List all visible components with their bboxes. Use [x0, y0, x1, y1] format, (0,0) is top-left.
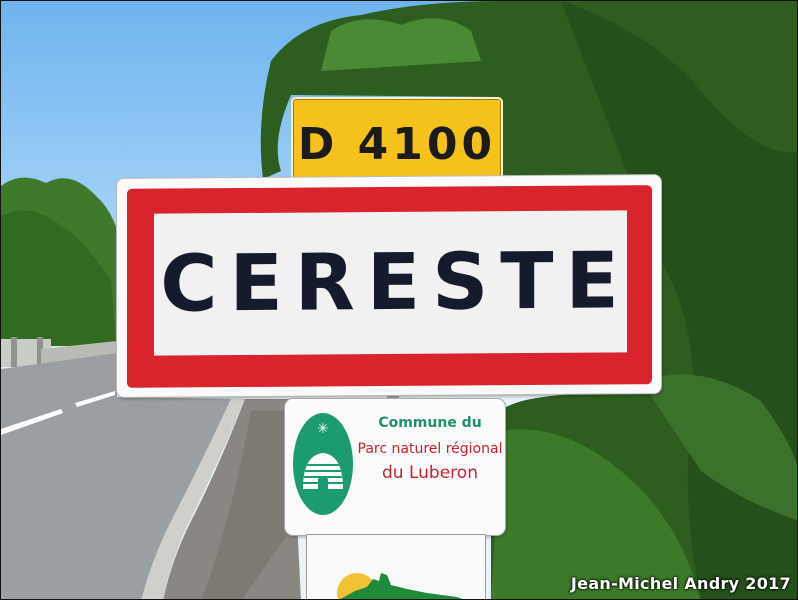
town-entry-sign: CERESTE [117, 175, 661, 397]
park-sign-line2: Parc naturel régional [357, 441, 503, 457]
village-silhouette-icon [337, 573, 462, 599]
town-sign-red-border: CERESTE [127, 185, 652, 388]
park-sign-line3: du Luberon [382, 463, 478, 483]
park-sign-line1: Commune du [378, 415, 482, 431]
svg-text:✳: ✳ [317, 421, 329, 437]
photo-credit: Jean-Michel Andry 2017 [570, 574, 791, 593]
park-sign: ✳ Commune du Parc naturel régional du Lu… [285, 399, 505, 535]
photo-frame: D 4100 CERESTE ✳ Commune du Parc naturel… [0, 0, 798, 600]
town-name: CERESTE [160, 236, 631, 330]
route-number: D 4100 [297, 118, 497, 170]
park-sign-text: Commune du Parc naturel régional du Lube… [357, 415, 503, 483]
lower-sign [307, 535, 485, 599]
park-logo-icon: ✳ [293, 413, 353, 515]
town-sign-panel: CERESTE [154, 210, 631, 356]
